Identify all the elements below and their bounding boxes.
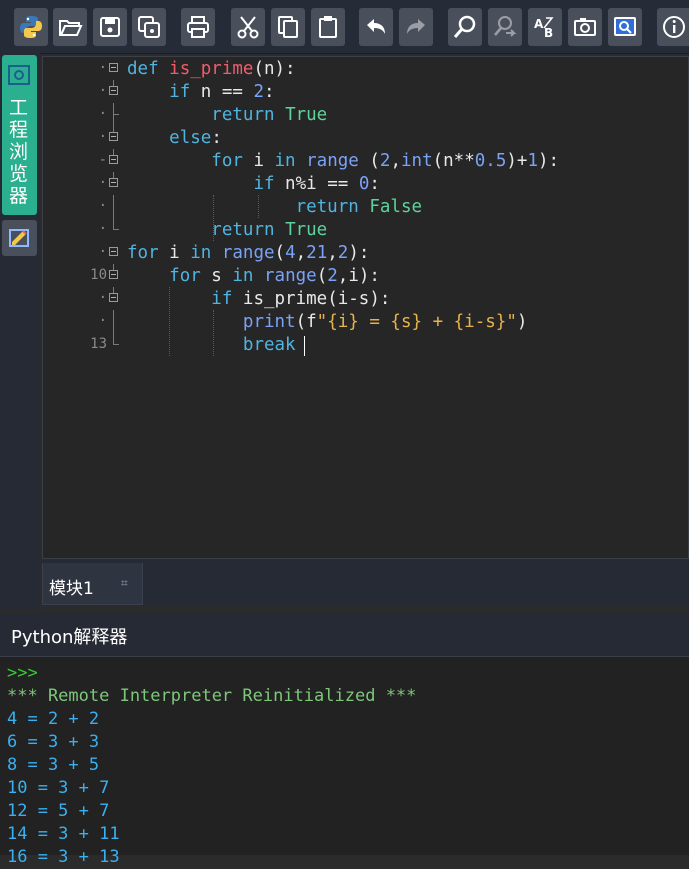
open-button[interactable] [53,8,87,46]
editor-tab-strip: 模块1 ⌗ [42,560,689,606]
copy-button[interactable] [271,8,305,46]
project-explorer-tab[interactable]: 工程浏览器 [2,55,37,215]
gutter-line: · [43,172,127,195]
fold-toggle[interactable] [109,270,118,279]
pin-icon[interactable]: ⌗ [121,576,128,591]
cut-icon [237,16,259,39]
fold-toggle[interactable] [109,293,118,302]
code-line: break [242,335,296,355]
paste-button[interactable] [311,8,345,46]
fold-toggle[interactable] [109,132,118,141]
fold-toggle[interactable] [109,247,118,256]
screenshot-button[interactable] [568,8,602,46]
gutter-line: · [43,218,127,241]
preview-icon [614,17,636,36]
console-output-line: 16 = 3 + 13 [7,847,120,867]
paste-icon [319,16,337,38]
cut-button[interactable] [231,8,265,46]
save-all-button[interactable] [132,8,166,46]
screenshot-icon [574,18,596,36]
print-icon [187,16,209,38]
spell-check-button[interactable]: A B [528,8,562,46]
save-all-icon [138,16,160,38]
console-reinit-message: *** Remote Interpreter Reinitialized *** [7,686,417,706]
python-icon [20,16,42,38]
code-area[interactable]: def is_prime(n): if n == 2: return True … [127,57,688,558]
fold-toggle[interactable] [109,178,118,187]
console-output-line: 12 = 5 + 7 [7,801,110,821]
gutter-line: · [43,126,127,149]
console-output-line: 14 = 3 + 11 [7,824,120,844]
code-line: if n%i == 0: [253,174,380,194]
interpreter-console[interactable]: >>> *** Remote Interpreter Reinitialized… [0,656,689,867]
gutter-line: 10 [43,264,127,287]
code-line: for i in range (2,int(n**0.5)+1): [211,151,560,171]
gutter-line: · [43,80,127,103]
preview-button[interactable] [608,8,642,46]
project-icon [8,65,30,85]
edit-tab[interactable] [2,220,37,256]
tab-module1[interactable]: 模块1 ⌗ [42,563,143,605]
code-line: print(f"{i} = {s} + {i-s}") [242,312,528,332]
console-output-line: 8 = 3 + 5 [7,755,100,775]
fold-toggle[interactable] [109,155,118,164]
redo-button[interactable] [399,8,433,46]
console-output-line: 6 = 3 + 3 [7,732,100,752]
interpreter-header: Python解释器 [0,614,689,656]
text-caret [304,336,305,356]
fold-toggle[interactable] [109,86,118,95]
python-button[interactable] [14,8,48,46]
code-line: return True [211,220,328,240]
code-line: if is_prime(i-s): [211,289,391,309]
project-explorer-label: 工程浏览器 [9,97,29,207]
code-line: return True [211,105,328,125]
undo-icon [367,19,385,34]
gutter-line: 13 [43,333,127,356]
print-button[interactable] [181,8,215,46]
side-panel: 工程浏览器 [0,53,40,610]
code-line: for i in range(4,21,2): [127,243,370,263]
spell-check-icon: A B [534,17,554,40]
find-icon [453,15,476,38]
code-line: return False [295,197,423,217]
tab-label: 模块1 [49,579,94,599]
interpreter-title: Python解释器 [11,627,128,648]
open-folder-icon [59,20,83,36]
copy-icon [278,16,298,38]
info-icon [663,16,685,38]
find-button[interactable] [448,8,482,46]
edit-icon [8,229,29,247]
code-line: else: [169,128,222,148]
replace-button[interactable] [488,8,522,46]
gutter-line: - [43,149,127,172]
console-output-line: 4 = 2 + 2 [7,709,100,729]
svg-text:B: B [544,26,553,40]
fold-toggle[interactable] [109,63,118,72]
gutter-line: · [43,310,127,333]
undo-button[interactable] [359,8,393,46]
gutter-line: · [43,103,127,126]
code-line: def is_prime(n): [127,59,296,79]
editor-gutter: · · · · - · · · · 10 · · 13 [43,57,127,558]
redo-icon [407,19,425,34]
save-icon [100,17,120,37]
save-button[interactable] [93,8,127,46]
code-line: if n == 2: [169,82,275,102]
console-output-line: 10 = 3 + 7 [7,778,110,798]
replace-icon [494,16,517,37]
gutter-line: · [43,57,127,80]
gutter-line: · [43,195,127,218]
console-prompt: >>> [7,663,38,683]
code-line: for s in range(2,i): [169,266,380,286]
code-editor[interactable]: · · · · - · · · · 10 · · 13 def is_prime… [42,56,689,559]
svg-text:A: A [534,17,544,31]
info-button[interactable] [657,8,689,46]
toolbar: A B [0,0,689,54]
gutter-line: · [43,287,127,310]
gutter-line: · [43,241,127,264]
